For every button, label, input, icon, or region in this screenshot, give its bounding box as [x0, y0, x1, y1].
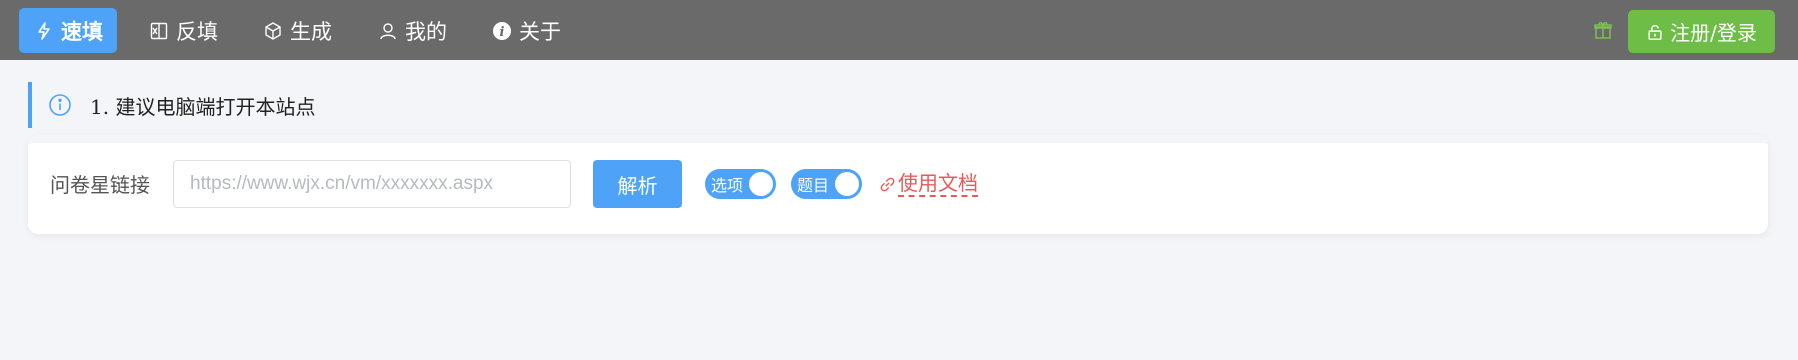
doc-link-label: 使用文档	[898, 171, 978, 197]
nav-item-reverse-fill[interactable]: 反填	[134, 8, 232, 53]
nav-item-about[interactable]: i 关于	[477, 8, 575, 53]
svg-text:i: i	[500, 25, 505, 40]
nav-item-label: 反填	[176, 19, 218, 44]
nav-item-label: 关于	[519, 19, 561, 44]
lightning-icon	[33, 20, 55, 42]
notice-text: 1. 建议电脑端打开本站点	[90, 94, 316, 119]
wjx-link-label: 问卷星链接	[50, 173, 150, 197]
login-label: 注册/登录	[1670, 21, 1757, 45]
nav-item-label: 我的	[405, 19, 447, 44]
nav-item-label: 速填	[61, 19, 103, 44]
nav-item-quick-fill[interactable]: 速填	[19, 8, 117, 53]
top-nav-bar: 速填 反填 生成 我的 i 关于 注册/登录	[0, 0, 1798, 60]
notice-bar: 1. 建议电脑端打开本站点	[28, 82, 1768, 128]
nav-item-label: 生成	[290, 19, 332, 44]
user-icon	[377, 20, 399, 42]
toggle-knob	[749, 172, 773, 196]
toggle-knob	[835, 172, 859, 196]
gift-icon[interactable]	[1593, 20, 1613, 40]
parse-button[interactable]: 解析	[593, 160, 682, 208]
info-icon: i	[491, 20, 513, 42]
register-login-button[interactable]: 注册/登录	[1628, 10, 1775, 53]
usage-doc-link[interactable]: 使用文档	[879, 169, 978, 199]
questions-toggle[interactable]: 题目	[791, 169, 862, 199]
cube-icon	[262, 20, 284, 42]
options-toggle[interactable]: 选项	[705, 169, 776, 199]
excel-icon	[148, 20, 170, 42]
wjx-url-input[interactable]	[173, 160, 571, 208]
nav-item-mine[interactable]: 我的	[363, 8, 461, 53]
unlock-icon	[1648, 24, 1662, 40]
parse-card: 问卷星链接 解析 选项 题目 使用文档	[28, 135, 1768, 234]
questions-toggle-label: 题目	[797, 176, 830, 195]
link-icon	[880, 177, 895, 191]
options-toggle-label: 选项	[711, 176, 744, 195]
nav-item-generate[interactable]: 生成	[248, 8, 346, 53]
info-circle-icon	[49, 94, 71, 116]
